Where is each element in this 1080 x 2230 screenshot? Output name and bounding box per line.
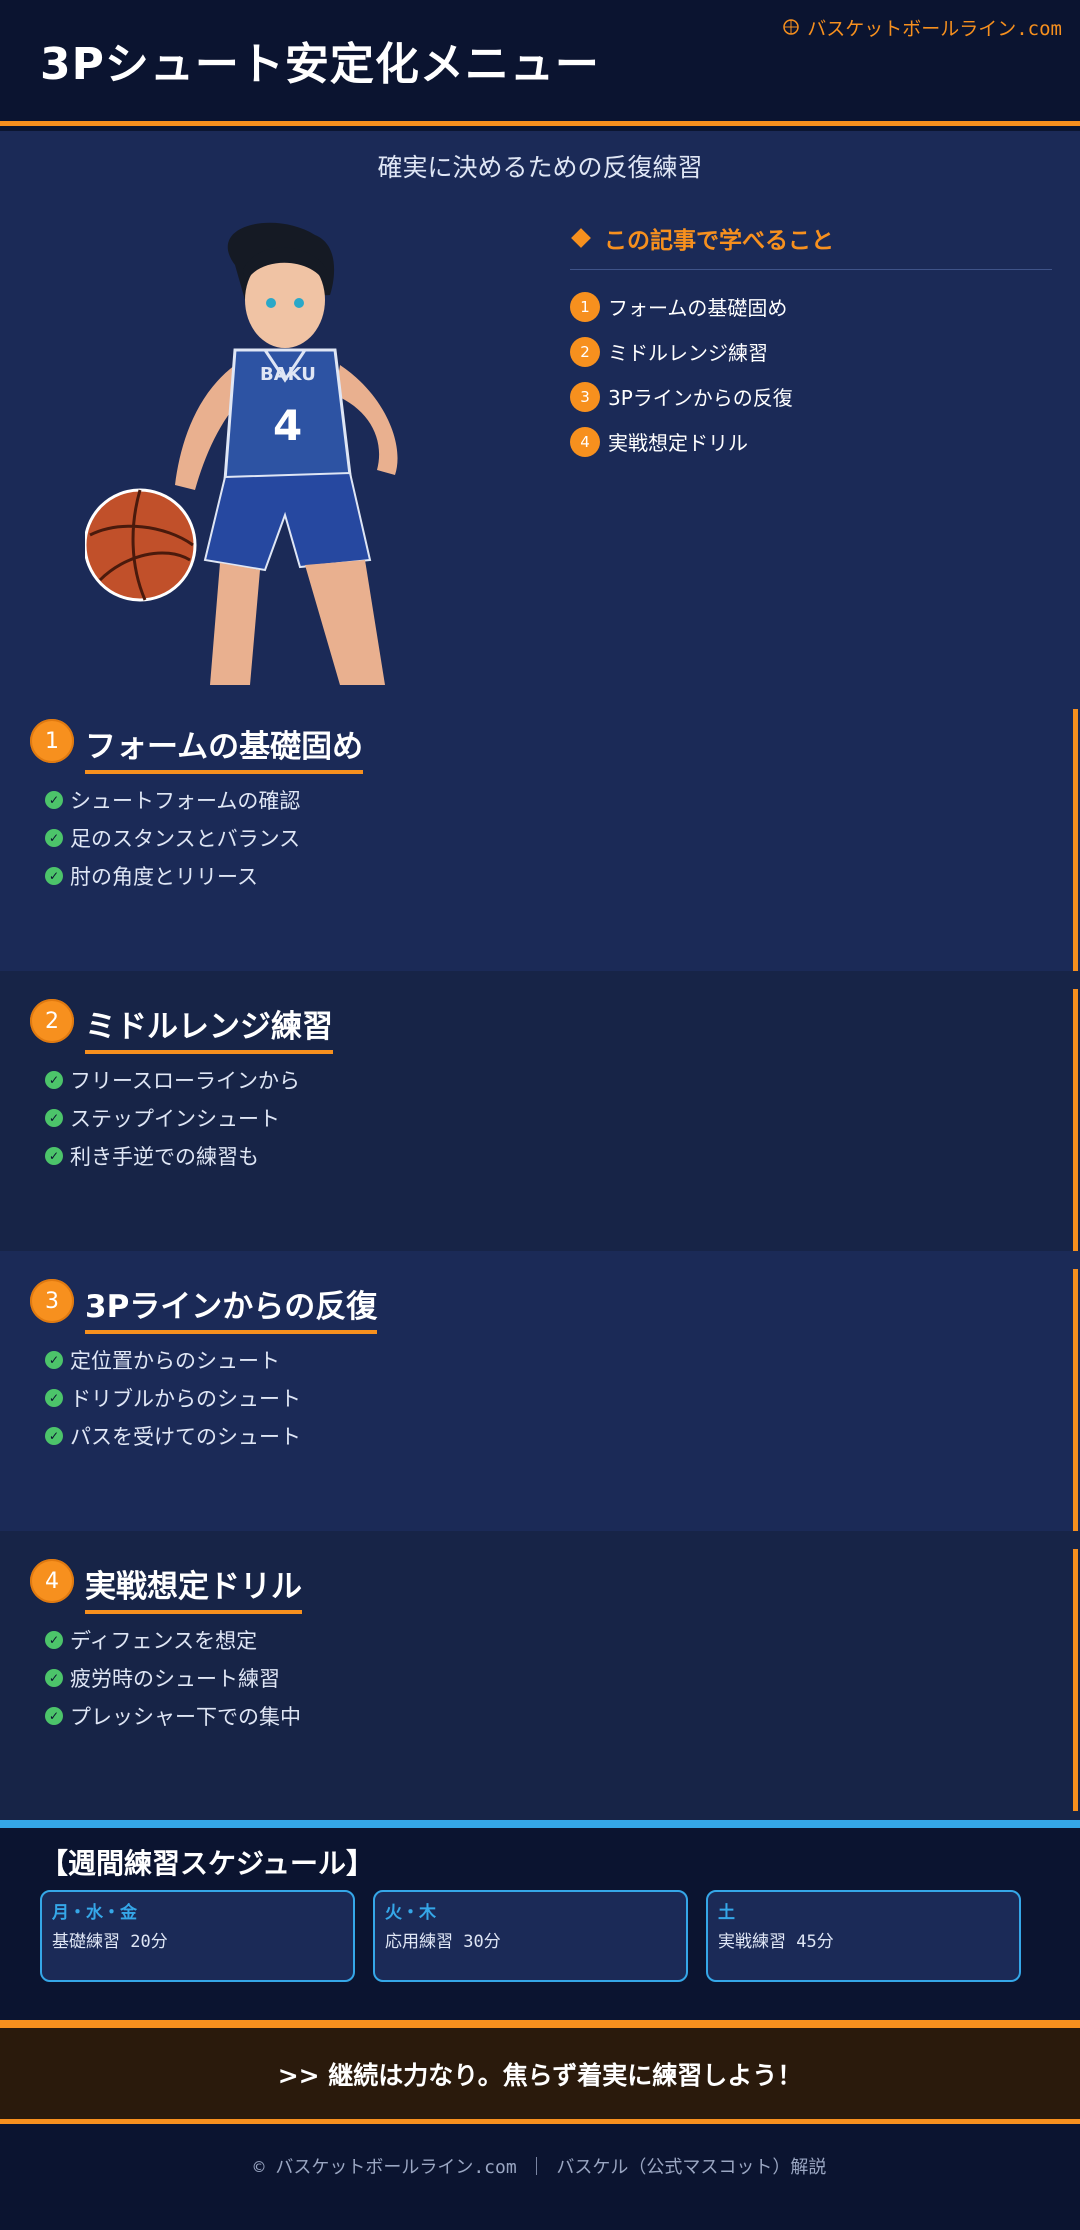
section-title: 実戦想定ドリル — [85, 1561, 302, 1614]
header: 3Pシュート安定化メニュー バスケットボールライン.com — [0, 0, 1080, 126]
check-icon: ✓ — [45, 1351, 63, 1369]
toc-item[interactable]: 2 ミドルレンジ練習 — [570, 329, 1052, 374]
schedule-desc: 応用練習 30分 — [385, 1932, 501, 1952]
check-icon: ✓ — [45, 791, 63, 809]
checklist-item: ✓ ディフェンスを想定 — [45, 1621, 301, 1659]
section-number-badge: 2 — [30, 999, 74, 1043]
subtitle-bar: 確実に決めるための反復練習 — [0, 131, 1080, 201]
section-form-basics: 1 フォームの基礎固め ✓ シュートフォームの確認 ✓ 足のスタンスとバランス ✓ 肘… — [0, 691, 1080, 971]
section-number-badge: 4 — [30, 1559, 74, 1603]
toc-item[interactable]: 3 3Pラインからの反復 — [570, 374, 1052, 419]
section-midrange: 2 ミドルレンジ練習 ✓ フリースローラインから ✓ ステップインシュート ✓ 利き手… — [0, 971, 1080, 1251]
check-icon: ✓ — [45, 1109, 63, 1127]
section-title: ミドルレンジ練習 — [85, 1001, 333, 1054]
toc-item-label: ミドルレンジ練習 — [608, 341, 768, 365]
schedule-days: 火・木 — [385, 1903, 436, 1923]
check-icon: ✓ — [45, 1389, 63, 1407]
section-accent-bar — [1073, 1269, 1078, 1531]
site-tag[interactable]: バスケットボールライン.com — [783, 14, 1062, 41]
section-number-badge: 3 — [30, 1279, 74, 1323]
section-accent-bar — [1073, 989, 1078, 1251]
basketball-icon — [783, 19, 799, 40]
section-checklist: ✓ シュートフォームの確認 ✓ 足のスタンスとバランス ✓ 肘の角度とリリース — [45, 781, 300, 895]
toc-item[interactable]: 1 フォームの基礎固め — [570, 284, 1052, 329]
check-icon: ✓ — [45, 1427, 63, 1445]
section-3p-repetition: 3 3Pラインからの反復 ✓ 定位置からのシュート ✓ ドリブルからのシュート ✓ パ… — [0, 1251, 1080, 1531]
section-checklist: ✓ ディフェンスを想定 ✓ 疲労時のシュート練習 ✓ プレッシャー下での集中 — [45, 1621, 301, 1735]
diamond-icon — [571, 228, 591, 248]
schedule-title: 【週間練習スケジュール】 — [40, 1847, 375, 1880]
schedule-days: 土 — [718, 1903, 735, 1923]
section-checklist: ✓ フリースローラインから ✓ ステップインシュート ✓ 利き手逆での練習も — [45, 1061, 300, 1175]
toc-item-label: 3Pラインからの反復 — [608, 386, 793, 410]
check-icon: ✓ — [45, 829, 63, 847]
toc-number-badge: 1 — [570, 291, 600, 322]
section-accent-bar — [1073, 709, 1078, 971]
page-title: 3Pシュート安定化メニュー — [40, 39, 600, 90]
schedule-cards: 月・水・金 基礎練習 20分 火・木 応用練習 30分 土 実戦練習 45分 — [40, 1890, 1021, 1982]
toc-number-badge: 3 — [570, 381, 600, 412]
schedule-card: 月・水・金 基礎練習 20分 — [40, 1890, 355, 1982]
site-tag-label: バスケットボールライン.com — [807, 18, 1062, 40]
toc-heading: この記事で学べること — [570, 221, 1052, 270]
section-title: 3Pラインからの反復 — [85, 1281, 378, 1334]
toc-list: 1 フォームの基礎固め 2 ミドルレンジ練習 3 3Pラインからの反復 4 実戦想定ドリ… — [570, 284, 1052, 464]
jersey-number: 4 — [273, 401, 302, 450]
section-title: フォームの基礎固め — [85, 721, 364, 774]
checklist-item: ✓ 定位置からのシュート — [45, 1341, 301, 1379]
toc-number-badge: 4 — [570, 426, 600, 457]
section-game-drills: 4 実戦想定ドリル ✓ ディフェンスを想定 ✓ 疲労時のシュート練習 ✓ プレッシャー… — [0, 1531, 1080, 1820]
toc-number-badge: 2 — [570, 336, 600, 367]
toc-item-label: 実戦想定ドリル — [608, 431, 748, 455]
checklist-item: ✓ プレッシャー下での集中 — [45, 1697, 301, 1735]
section-checklist: ✓ 定位置からのシュート ✓ ドリブルからのシュート ✓ パスを受けてのシュート — [45, 1341, 301, 1455]
checklist-item: ✓ 肘の角度とリリース — [45, 857, 300, 895]
toc-item-label: フォームの基礎固め — [608, 296, 788, 320]
checklist-item: ✓ フリースローラインから — [45, 1061, 300, 1099]
checklist-item: ✓ 疲労時のシュート練習 — [45, 1659, 301, 1697]
hero: BAKU 4 この記事で学べること 1 フォームの基礎固め 2 ミドルレンジ練習 3… — [0, 201, 1080, 691]
footer: © バスケットボールライン.com ｜ バスケル（公式マスコット）解説 — [0, 2124, 1080, 2230]
checklist-item: ✓ パスを受けてのシュート — [45, 1417, 301, 1455]
check-icon: ✓ — [45, 1071, 63, 1089]
check-icon: ✓ — [45, 1707, 63, 1725]
check-icon: ✓ — [45, 867, 63, 885]
svg-text:BAKU: BAKU — [260, 364, 316, 385]
section-accent-bar — [1073, 1549, 1078, 1811]
schedule-card: 土 実戦練習 45分 — [706, 1890, 1021, 1982]
footer-text: © バスケットボールライン.com ｜ バスケル（公式マスコット）解説 — [253, 2157, 827, 2178]
check-icon: ✓ — [45, 1631, 63, 1649]
checklist-item: ✓ シュートフォームの確認 — [45, 781, 300, 819]
weekly-schedule: 【週間練習スケジュール】 月・水・金 基礎練習 20分 火・木 応用練習 30分… — [0, 1820, 1080, 2020]
motto-text: >> 継続は力なり。焦らず着実に練習しよう！ — [277, 2060, 803, 2090]
toc: この記事で学べること 1 フォームの基礎固め 2 ミドルレンジ練習 3 3Pラインから… — [570, 221, 1052, 464]
checklist-item: ✓ 利き手逆での練習も — [45, 1137, 300, 1175]
schedule-card: 火・木 応用練習 30分 — [373, 1890, 688, 1982]
section-number-badge: 1 — [30, 719, 74, 763]
mascot-illustration: BAKU 4 — [85, 222, 398, 685]
check-icon: ✓ — [45, 1669, 63, 1687]
checklist-item: ✓ ドリブルからのシュート — [45, 1379, 301, 1417]
schedule-days: 月・水・金 — [52, 1903, 137, 1923]
check-icon: ✓ — [45, 1147, 63, 1165]
subtitle: 確実に決めるための反復練習 — [377, 153, 703, 182]
checklist-item: ✓ 足のスタンスとバランス — [45, 819, 300, 857]
checklist-item: ✓ ステップインシュート — [45, 1099, 300, 1137]
toc-item[interactable]: 4 実戦想定ドリル — [570, 419, 1052, 464]
schedule-desc: 基礎練習 20分 — [52, 1932, 168, 1952]
schedule-desc: 実戦練習 45分 — [718, 1932, 834, 1952]
motto-banner: >> 継続は力なり。焦らず着実に練習しよう！ — [0, 2020, 1080, 2124]
